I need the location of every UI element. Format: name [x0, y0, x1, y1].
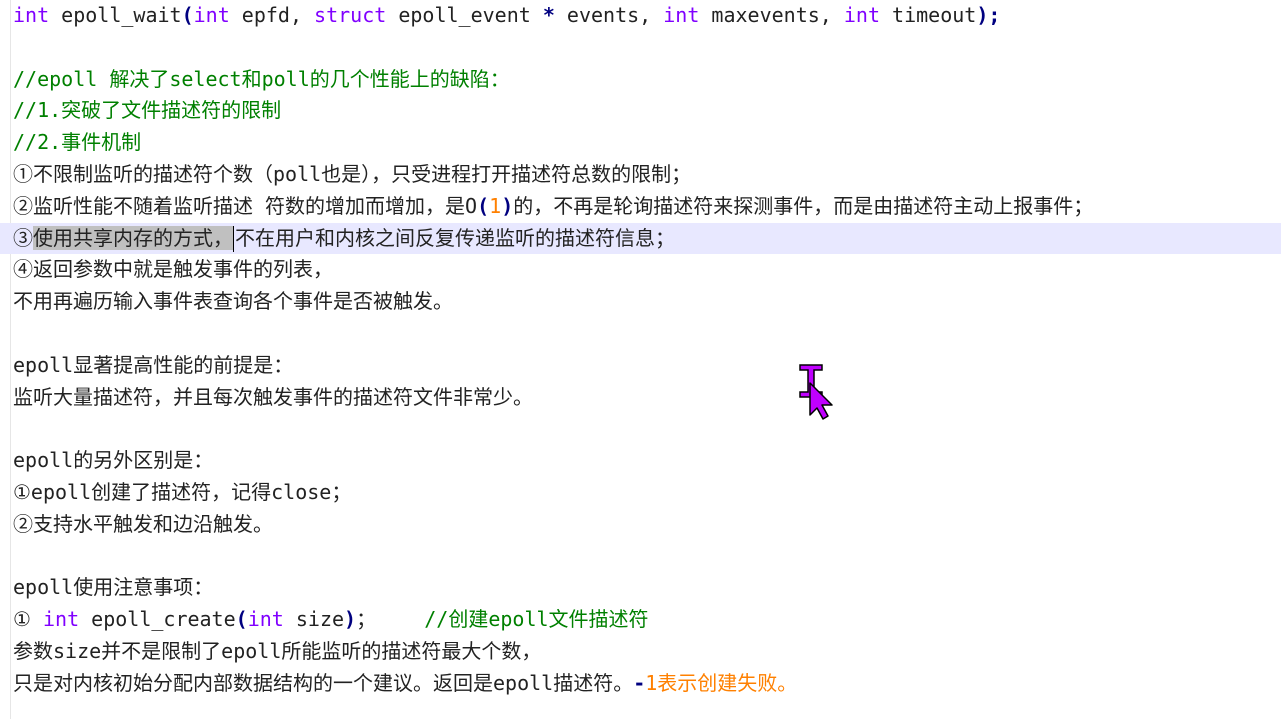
text-token: ②监听性能不随着监听描述 符数的增加而增加，是O [13, 193, 478, 218]
code-line-current[interactable]: ③使用共享内存的方式， 不在用户和内核之间反复传递监听的描述符信息； [0, 222, 1281, 255]
operator-token: ); [976, 3, 1001, 27]
text-token: 只是对内核初始分配内部数据结构的一个建议。返回是epoll描述符。 [13, 670, 634, 695]
operator-token: ) [501, 193, 514, 218]
text-token: epoll_event [386, 3, 543, 27]
text-token: epoll_create [79, 607, 236, 632]
code-line[interactable]: 参数size并不是限制了epoll所能监听的描述符最大个数， [13, 636, 1281, 668]
text-token: epoll使用注意事项： [13, 575, 214, 600]
text-token: ③ [13, 225, 33, 250]
code-editor[interactable]: int epoll_wait(int epfd, struct epoll_ev… [0, 0, 1281, 719]
text-token: epoll的另外区别是： [13, 448, 214, 473]
comment-token: //创建epoll文件描述符 [424, 607, 649, 632]
text-token: ④返回参数中就是触发事件的列表， [13, 257, 333, 282]
text-token: epfd, [229, 3, 315, 27]
keyword-token: int [247, 607, 284, 632]
selected-text: 使用共享内存的方式， [33, 225, 233, 250]
text-token: ①不限制监听的描述符个数（poll也是），只受进程打开描述符总数的限制； [13, 161, 692, 186]
keyword-token: int [42, 607, 80, 632]
text-token: 参数size并不是限制了epoll所能监听的描述符最大个数， [13, 638, 542, 663]
text-token: 的，不再是轮询描述符来探测事件，而是由描述符主动上报事件； [513, 193, 1094, 218]
text-token: epoll_wait [49, 3, 182, 27]
operator-token: - [633, 670, 646, 695]
number-token: 1 [489, 193, 502, 218]
text-area[interactable]: int epoll_wait(int epfd, struct epoll_ev… [0, 0, 1281, 700]
text-token: timeout [880, 3, 977, 27]
code-line[interactable]: 监听大量描述符，并且每次触发事件的描述符文件非常少。 [13, 382, 1281, 414]
text-token: ① [13, 607, 43, 632]
code-line[interactable]: epoll的另外区别是： [13, 445, 1281, 477]
comment-token: //epoll 解决了select和poll的几个性能上的缺陷： [13, 66, 510, 91]
code-line[interactable] [13, 541, 1281, 573]
code-line[interactable]: ①不限制监听的描述符个数（poll也是），只受进程打开描述符总数的限制； [13, 159, 1281, 191]
code-line[interactable]: ④返回参数中就是触发事件的列表， [13, 254, 1281, 286]
code-line[interactable] [13, 413, 1281, 445]
operator-token: ( [181, 3, 194, 27]
code-line[interactable]: ②监听性能不随着监听描述 符数的增加而增加，是O(1)的，不再是轮询描述符来探测… [13, 191, 1281, 223]
code-line[interactable]: epoll显著提高性能的前提是： [13, 350, 1281, 382]
keyword-token: int [663, 3, 700, 27]
comment-token: //2.事件机制 [13, 130, 142, 155]
keyword-token: int [13, 3, 50, 27]
text-token: 不在用户和内核之间反复传递监听的描述符信息； [235, 225, 675, 250]
operator-token: ( [235, 607, 248, 632]
text-token: epoll显著提高性能的前提是： [13, 352, 294, 377]
mouse-cursor-icon [799, 364, 833, 420]
code-line[interactable]: 只是对内核初始分配内部数据结构的一个建议。返回是epoll描述符。-1表示创建失… [13, 668, 1281, 700]
text-token: 不用再遍历输入事件表查询各个事件是否被触发。 [13, 289, 453, 314]
comment-token: //1.突破了文件描述符的限制 [13, 98, 282, 123]
code-line[interactable]: //2.事件机制 [13, 127, 1281, 159]
code-line[interactable] [13, 32, 1281, 64]
operator-token: ( [477, 193, 490, 218]
gutter-divider [10, 0, 11, 719]
text-token: events, [554, 3, 664, 27]
text-token: 监听大量描述符，并且每次触发事件的描述符文件非常少。 [13, 384, 533, 409]
code-line[interactable]: ②支持水平触发和边沿触发。 [13, 509, 1281, 541]
code-line[interactable]: ① int epoll_create(int size)； //创建epoll文… [13, 604, 1281, 636]
number-token: 1表示创建失败。 [645, 670, 798, 695]
keyword-token: int [843, 3, 881, 27]
code-line[interactable]: 不用再遍历输入事件表查询各个事件是否被触发。 [13, 286, 1281, 318]
keyword-token: int [193, 3, 230, 27]
code-line[interactable]: //epoll 解决了select和poll的几个性能上的缺陷： [13, 64, 1281, 96]
code-line[interactable]: ①epoll创建了描述符，记得close； [13, 477, 1281, 509]
code-line[interactable] [13, 318, 1281, 350]
code-line[interactable]: epoll使用注意事项： [13, 572, 1281, 604]
text-token: ； [356, 607, 425, 632]
text-token: maxevents, [699, 3, 844, 27]
text-token: ②支持水平触发和边沿触发。 [13, 511, 273, 536]
code-line[interactable]: //1.突破了文件描述符的限制 [13, 95, 1281, 127]
text-caret [233, 226, 234, 253]
text-token: ①epoll创建了描述符，记得close； [13, 479, 352, 504]
code-line[interactable]: int epoll_wait(int epfd, struct epoll_ev… [13, 0, 1281, 32]
keyword-token: struct [314, 3, 387, 27]
operator-token: * [542, 3, 555, 27]
operator-token: ) [344, 607, 357, 632]
text-token: size [283, 607, 345, 632]
